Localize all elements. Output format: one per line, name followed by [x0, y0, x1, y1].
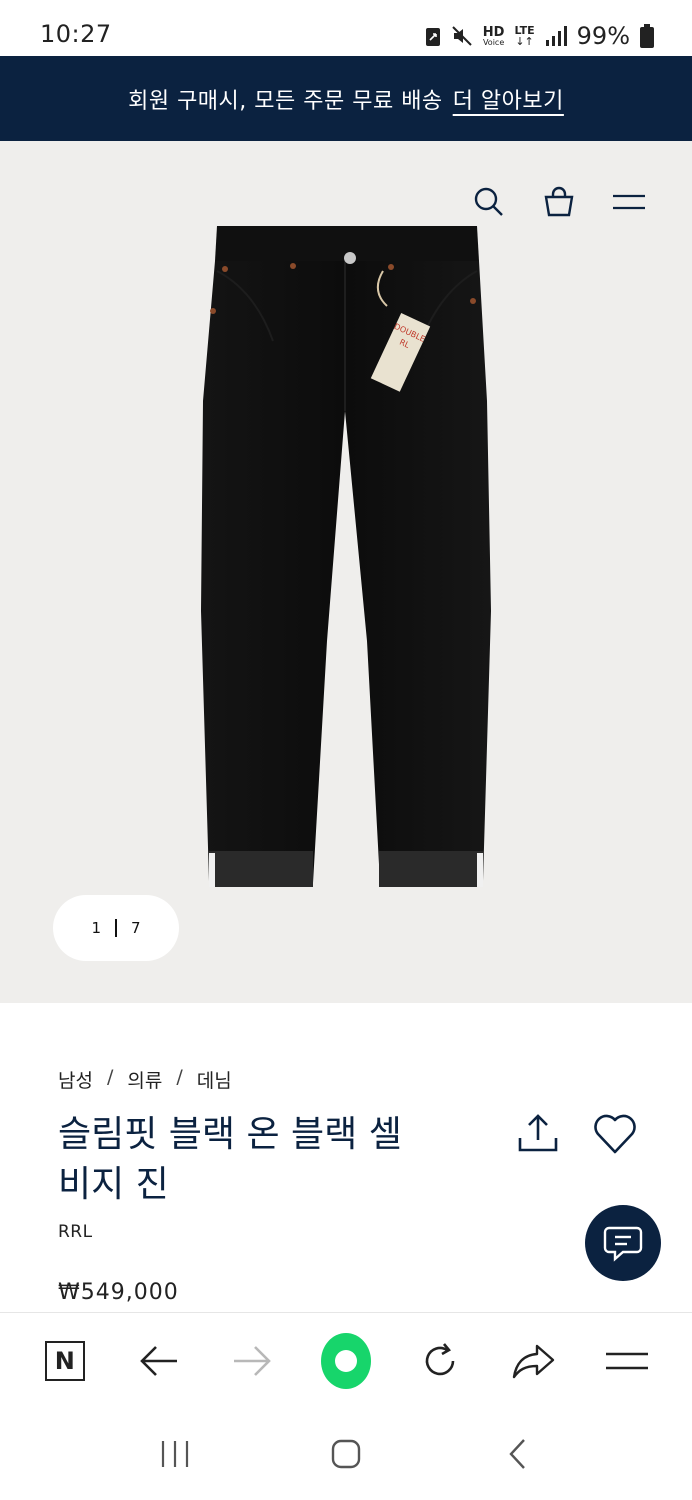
header-icons: [472, 185, 646, 219]
system-nav-bar: [0, 1408, 692, 1500]
favorite-button[interactable]: [592, 1112, 638, 1156]
recent-apps-icon[interactable]: [145, 1424, 205, 1484]
status-indicators: HD Voice LTE ↓↑ 99%: [425, 21, 654, 51]
lte-arrows: ↓↑: [515, 35, 534, 48]
share-upload-icon: [518, 1114, 558, 1152]
product-brand[interactable]: RRL: [58, 1222, 93, 1242]
promo-banner: 회원 구매시, 모든 주문 무료 배송 더 알아보기: [0, 56, 692, 141]
back-icon[interactable]: [487, 1424, 547, 1484]
heart-icon: [594, 1114, 636, 1154]
forward-arrow-icon[interactable]: [227, 1336, 277, 1386]
chat-button[interactable]: [585, 1205, 661, 1281]
home-icon[interactable]: [316, 1424, 376, 1484]
share-arrow-icon[interactable]: [508, 1336, 558, 1386]
green-dot-button[interactable]: [320, 1332, 371, 1389]
green-dot-inner: [334, 1349, 357, 1372]
breadcrumb-item-clothing[interactable]: 의류: [127, 1066, 162, 1093]
green-dot-circle: [320, 1332, 371, 1389]
product-title-line1: 슬림핏 블랙 온 블랙 셀: [58, 1114, 402, 1155]
signal-icon: [545, 26, 567, 46]
hd-voice-icon: HD Voice: [483, 26, 505, 47]
product-image-carousel[interactable]: DOUBLE RL 1 7: [0, 141, 692, 1003]
lte-icon: LTE ↓↑: [514, 25, 534, 47]
hd-label: HD: [482, 24, 505, 40]
search-icon[interactable]: [472, 185, 506, 219]
product-title: 슬림핏 블랙 온 블랙 셀 비지 진: [58, 1110, 478, 1210]
battery-icon: [640, 24, 654, 48]
breadcrumb: 남성 / 의류 / 데님: [58, 1066, 232, 1093]
pager-separator: [115, 919, 117, 937]
back-arrow-icon[interactable]: [134, 1336, 184, 1386]
product-price: ₩549,000: [58, 1280, 179, 1305]
image-pager: 1 7: [53, 895, 179, 961]
naver-home-box: N: [44, 1340, 85, 1381]
shopping-bag-icon[interactable]: [542, 185, 576, 219]
pager-total: 7: [131, 919, 141, 937]
nfc-icon: [425, 28, 440, 46]
refresh-icon[interactable]: [415, 1336, 465, 1386]
product-jeans-image: DOUBLE RL: [201, 226, 491, 887]
promo-text: 회원 구매시, 모든 주문 무료 배송: [128, 88, 443, 114]
battery-percent: 99%: [576, 22, 630, 50]
chat-bubble-icon: [603, 1226, 643, 1262]
mute-icon: [452, 26, 472, 46]
status-time: 10:27: [40, 20, 112, 48]
product-title-line2: 비지 진: [58, 1164, 169, 1205]
breadcrumb-separator: /: [106, 1066, 114, 1088]
naver-home-label: N: [54, 1346, 75, 1375]
promo-learn-more-link[interactable]: 더 알아보기: [453, 83, 564, 115]
share-button[interactable]: [516, 1112, 560, 1156]
status-bar: 10:27 HD Voice LTE ↓↑ 99%: [0, 0, 692, 56]
menu-icon[interactable]: [612, 185, 646, 219]
pager-current: 1: [91, 919, 101, 937]
breadcrumb-item-denim[interactable]: 데님: [197, 1066, 232, 1093]
voice-label: Voice: [482, 37, 505, 47]
naver-home-icon[interactable]: N: [40, 1336, 90, 1386]
browser-toolbar: N: [0, 1312, 692, 1408]
breadcrumb-separator: /: [176, 1066, 183, 1088]
breadcrumb-item-men[interactable]: 남성: [58, 1066, 93, 1093]
hamburger-menu-icon[interactable]: [602, 1336, 652, 1386]
